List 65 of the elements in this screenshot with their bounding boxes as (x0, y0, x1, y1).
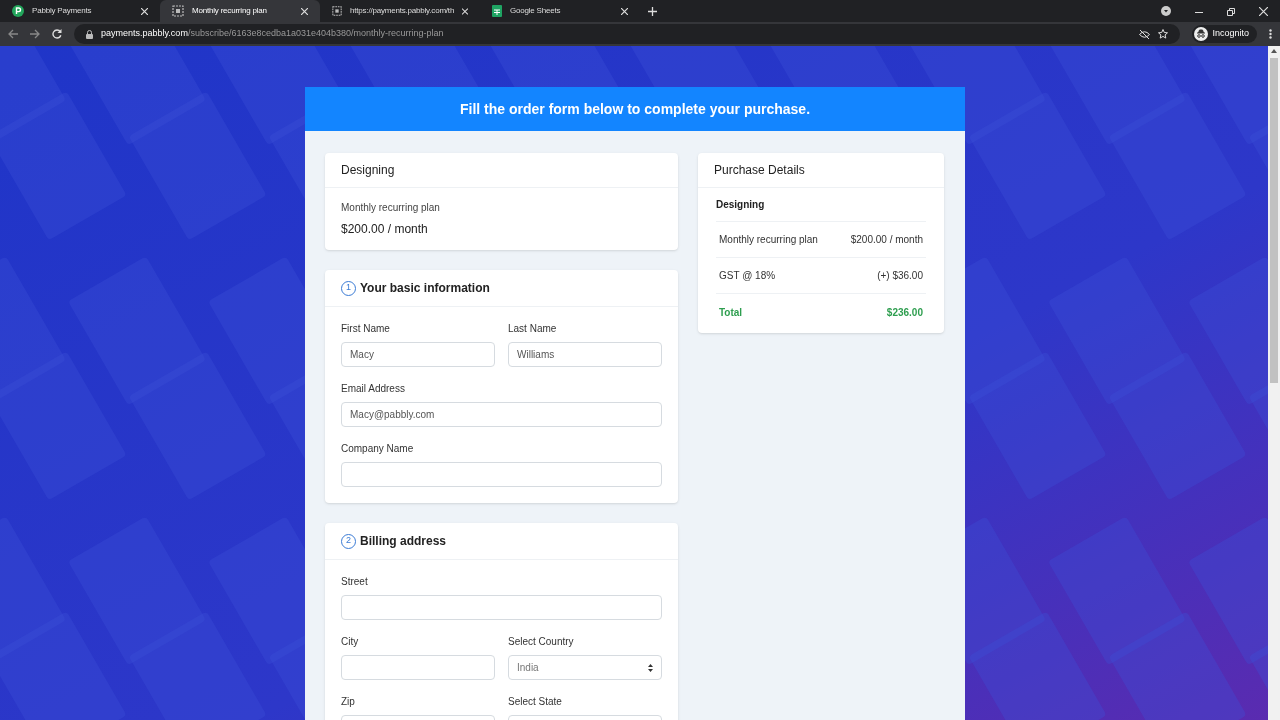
tab-title: Monthly recurring plan (192, 5, 268, 17)
plan-price: $200.00 / month (341, 221, 429, 238)
menu-icon[interactable] (1269, 29, 1272, 39)
line-label: GST @ 18% (719, 269, 776, 283)
tab-title: https://payments.pabbly.com/th (350, 5, 455, 17)
section-title: Your basic information (360, 280, 490, 297)
banner: Fill the order form below to complete your purchase. (305, 87, 965, 131)
line-amount: (+) $36.00 (877, 269, 923, 283)
logo-icon (12, 5, 24, 17)
product-name: Designing (716, 188, 926, 222)
close-icon[interactable] (301, 7, 308, 15)
scroll-thumb[interactable] (1270, 58, 1278, 383)
browser-tab[interactable]: Monthly recurring plan (160, 0, 320, 22)
text-field[interactable]: Williams (508, 342, 662, 367)
browser-tab[interactable]: Pabbly Payments (0, 0, 160, 22)
field-label: Select Country (508, 635, 575, 649)
country-select[interactable]: India (508, 655, 662, 680)
card-title: Purchase Details (698, 153, 944, 188)
field-label: Email Address (341, 382, 406, 396)
text-field[interactable]: Macy (341, 342, 495, 367)
pattern-icon (332, 5, 342, 17)
dropdown-icon[interactable] (1161, 6, 1171, 16)
tab-title: Google Sheets (510, 5, 562, 17)
close-icon[interactable] (621, 7, 628, 15)
field-label: Street (341, 575, 369, 589)
restore-icon[interactable] (1227, 8, 1235, 16)
line-amount: $236.00 (886, 305, 923, 320)
field-label: Select State (508, 695, 563, 709)
field-label: Company Name (341, 442, 415, 456)
eye-slash-icon[interactable] (1139, 29, 1151, 39)
line-amount: $200.00 / month (850, 233, 923, 247)
line-label: Monthly recurring plan (719, 233, 818, 247)
field-label: City (341, 635, 360, 649)
incognito-icon (1194, 27, 1209, 41)
card-title: Designing (325, 153, 678, 188)
scroll-up-icon[interactable] (1271, 49, 1277, 53)
text-field[interactable] (341, 595, 662, 620)
section-title: Billing address (360, 533, 447, 550)
scrollbar[interactable] (1268, 46, 1280, 720)
close-icon[interactable] (141, 7, 148, 15)
text-field[interactable] (341, 655, 495, 680)
field-label: Last Name (508, 322, 558, 336)
profile-chip[interactable]: Incognito (1192, 25, 1257, 43)
text-field[interactable]: Macy@pabbly.com (341, 402, 662, 427)
updown-icon (648, 663, 653, 672)
address-bar[interactable]: payments.pabbly.com/subscribe/6163e8cedba1a031e404b380/monthly-recurring-plan (74, 24, 1181, 44)
line-label: Total (719, 305, 743, 320)
back-icon[interactable] (8, 29, 18, 39)
pattern-icon (172, 5, 184, 17)
forward-icon[interactable] (30, 29, 40, 39)
new-tab-icon[interactable] (648, 7, 657, 16)
url-text: payments.pabbly.com/subscribe/6163e8cedba1a031e404b380/monthly-recurring-plan (101, 27, 444, 41)
plan-name: Monthly recurring plan (341, 201, 441, 215)
browser-tab[interactable]: https://payments.pabbly.com/th (320, 0, 480, 22)
close-icon[interactable] (1259, 7, 1268, 16)
star-icon[interactable] (1158, 29, 1169, 39)
reload-icon[interactable] (52, 29, 62, 39)
spreadsheet-icon (492, 5, 502, 17)
field-label: First Name (341, 322, 391, 336)
tab-title: Pabbly Payments (32, 5, 93, 17)
field-label: Zip (341, 695, 356, 709)
lock-icon (86, 29, 93, 39)
text-field[interactable] (341, 462, 662, 487)
browser-tab[interactable]: Google Sheets (480, 0, 640, 22)
close-icon[interactable] (462, 7, 468, 15)
